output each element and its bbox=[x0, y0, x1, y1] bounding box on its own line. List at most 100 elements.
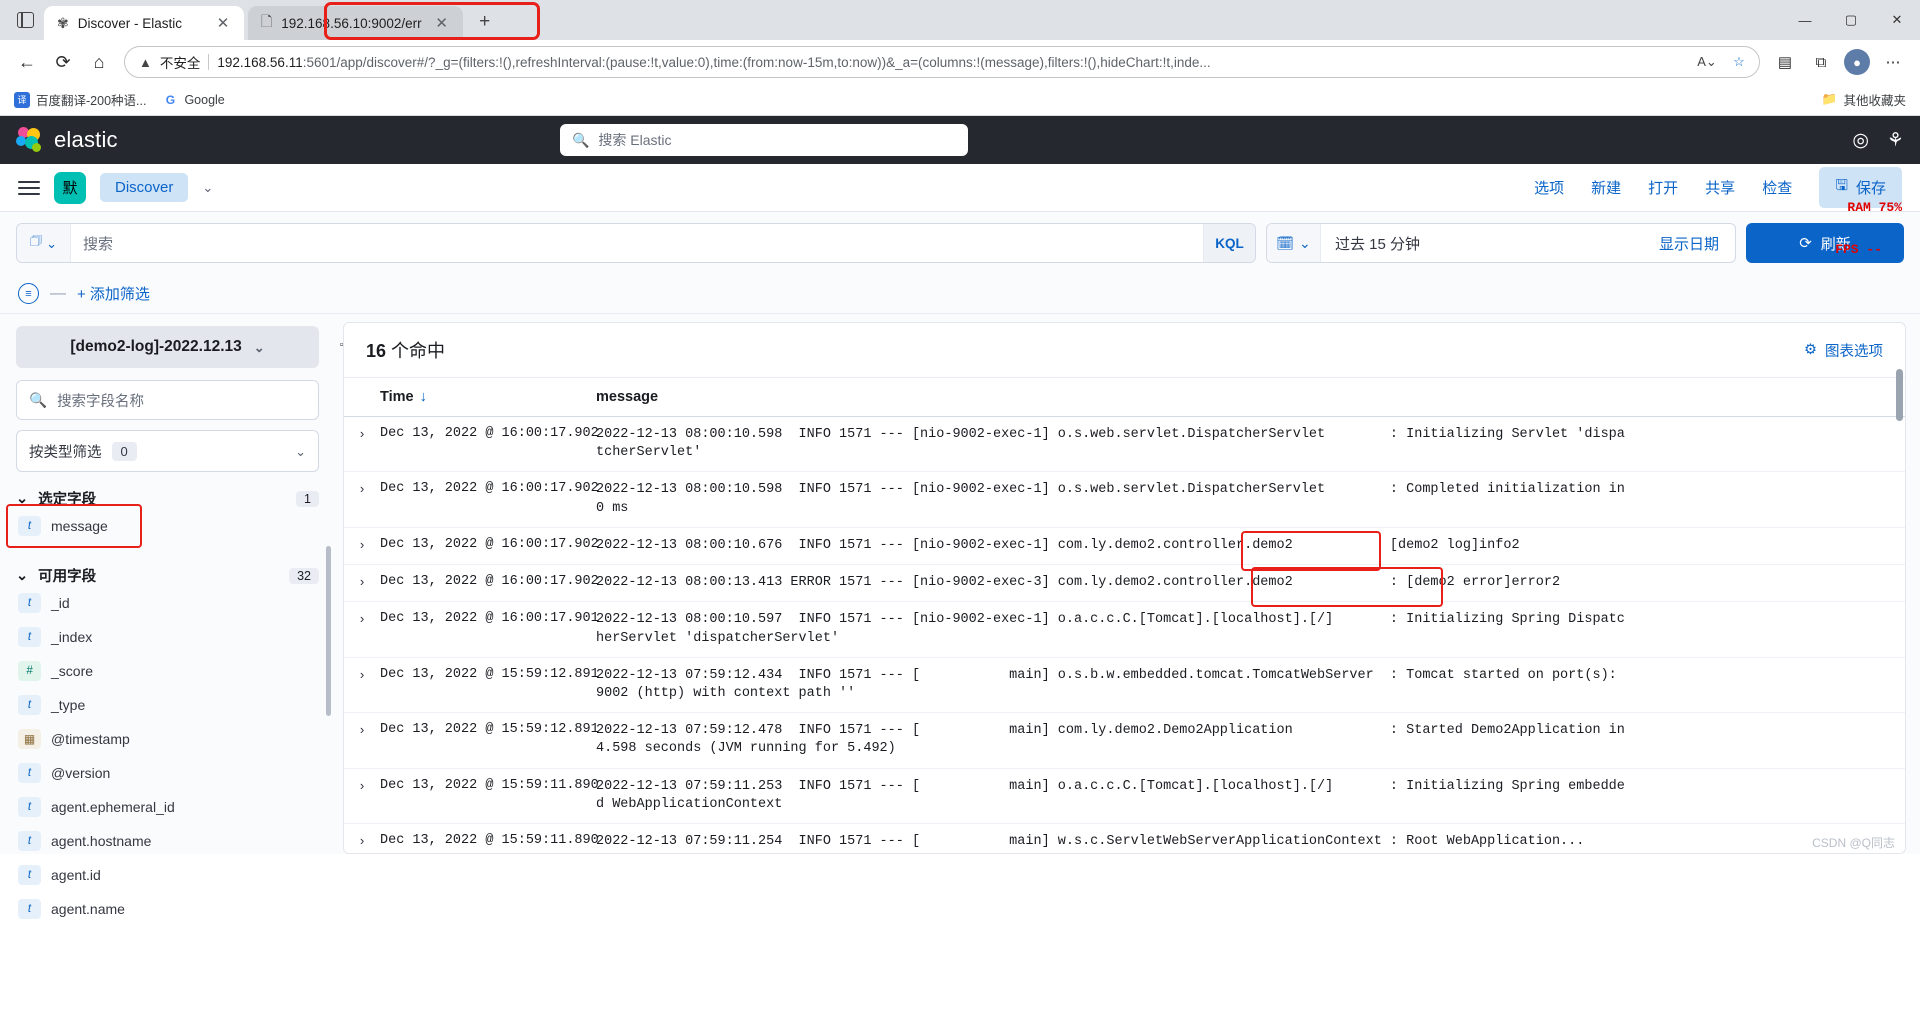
nav-link-open[interactable]: 打开 bbox=[1648, 177, 1678, 198]
chart-options-button[interactable]: ⚙ 图表选项 bbox=[1804, 340, 1883, 361]
field-item--version[interactable]: t @version bbox=[16, 756, 319, 790]
window-minimize-button[interactable]: — bbox=[1782, 0, 1828, 40]
field-name: agent.name bbox=[51, 901, 125, 917]
window-close-button[interactable]: ✕ bbox=[1874, 0, 1920, 40]
tab-close-button[interactable]: ✕ bbox=[212, 12, 234, 34]
query-input-group[interactable]: 🗇 搜索 KQL bbox=[16, 223, 1256, 263]
discover-body: [demo2-log]-2022.12.13 ▫▫▫ ⇐ 🔍 搜索字段名称 按类… bbox=[0, 314, 1920, 919]
query-bar: 🗇 搜索 KQL 🗓 过去 15 分钟 显示日期 ⟳ 刷新 bbox=[0, 212, 1920, 274]
expand-row-button[interactable]: › bbox=[344, 426, 380, 442]
browser-tab-1[interactable]: ✾ Discover - Elastic ✕ bbox=[44, 6, 244, 40]
field-item-agent-id[interactable]: t agent.id bbox=[16, 858, 319, 892]
field-item--score[interactable]: # _score bbox=[16, 654, 319, 688]
results-scrollbar[interactable] bbox=[1896, 369, 1903, 421]
expand-row-button[interactable]: › bbox=[344, 667, 380, 683]
date-picker[interactable]: 🗓 过去 15 分钟 显示日期 bbox=[1266, 223, 1736, 263]
reload-button[interactable]: ⟳ bbox=[46, 45, 80, 79]
field-item-agent-ephemeral-id[interactable]: t agent.ephemeral_id bbox=[16, 790, 319, 824]
new-tab-button[interactable]: + bbox=[470, 7, 500, 37]
hits-label: 个命中 bbox=[391, 341, 446, 361]
expand-row-button[interactable]: › bbox=[344, 722, 380, 738]
tab-search-button[interactable] bbox=[6, 0, 44, 40]
expand-row-button[interactable]: › bbox=[344, 481, 380, 497]
time-column-header[interactable]: Time ↓ bbox=[380, 389, 596, 405]
search-icon: 🔍 bbox=[571, 131, 590, 148]
bookmark-item[interactable]: 译 百度翻译-200种语... bbox=[14, 90, 146, 109]
field-item-agent-hostname[interactable]: t agent.hostname bbox=[16, 824, 319, 858]
collections-icon[interactable]: ⧉ bbox=[1804, 45, 1838, 79]
nav-link-share[interactable]: 共享 bbox=[1705, 177, 1735, 198]
show-dates-button[interactable]: 显示日期 bbox=[1643, 224, 1735, 262]
table-row[interactable]: › Dec 13, 2022 @ 15:59:11.890 2022-12-13 0… bbox=[344, 769, 1905, 825]
expand-row-button[interactable]: › bbox=[344, 611, 380, 627]
query-language-button[interactable]: KQL bbox=[1203, 224, 1255, 262]
available-fields-group-header[interactable]: 可用字段 32 bbox=[16, 565, 319, 586]
time-range-label[interactable]: 过去 15 分钟 bbox=[1321, 224, 1643, 262]
field-type-icon: t bbox=[18, 593, 41, 613]
sidebar-scrollbar[interactable] bbox=[326, 546, 331, 716]
query-input[interactable]: 搜索 bbox=[71, 224, 1203, 262]
expand-row-button[interactable]: › bbox=[344, 778, 380, 794]
tab-title: 192.168.56.10:9002/err bbox=[281, 15, 422, 31]
table-row[interactable]: › Dec 13, 2022 @ 16:00:17.902 2022-12-13 0… bbox=[344, 472, 1905, 528]
favorite-star-icon[interactable]: ☆ bbox=[1727, 50, 1751, 74]
table-row[interactable]: › Dec 13, 2022 @ 15:59:12.891 2022-12-13 0… bbox=[344, 658, 1905, 714]
window-maximize-button[interactable]: ▢ bbox=[1828, 0, 1874, 40]
expand-row-button[interactable]: › bbox=[344, 574, 380, 590]
hamburger-icon[interactable] bbox=[18, 180, 40, 195]
browser-settings-icon[interactable]: ⋯ bbox=[1876, 45, 1910, 79]
browser-tab-2[interactable]: 🗋 192.168.56.10:9002/err ✕ bbox=[248, 6, 463, 40]
elastic-logo[interactable]: elastic bbox=[16, 126, 118, 154]
elastic-logo-icon bbox=[16, 126, 43, 154]
table-row[interactable]: › Dec 13, 2022 @ 15:59:12.891 2022-12-13 0… bbox=[344, 713, 1905, 769]
row-message: 2022-12-13 07:59:11.254 INFO 1571 --- [ … bbox=[596, 834, 1585, 850]
address-bar[interactable]: ▲ 不安全 192.168.56.11:5601/app/discover#/?… bbox=[124, 46, 1760, 78]
field-type-string-icon: t bbox=[18, 516, 41, 536]
table-row[interactable]: › Dec 13, 2022 @ 16:00:17.902 2022-12-13 0… bbox=[344, 528, 1905, 571]
home-button[interactable]: ⌂ bbox=[82, 45, 116, 79]
field-search-input[interactable]: 🔍 搜索字段名称 bbox=[16, 380, 319, 420]
other-bookmarks-button[interactable]: 📁 其他收藏夹 bbox=[1822, 90, 1906, 109]
tab-close-button[interactable]: ✕ bbox=[431, 12, 453, 34]
field-item--index[interactable]: t _index bbox=[16, 620, 319, 654]
field-item-agent-name[interactable]: t agent.name bbox=[16, 892, 319, 926]
table-row[interactable]: › Dec 13, 2022 @ 16:00:17.901 2022-12-13 0… bbox=[344, 602, 1905, 658]
index-pattern-selector[interactable]: [demo2-log]-2022.12.13 bbox=[16, 326, 319, 368]
nav-link-options[interactable]: 选项 bbox=[1534, 177, 1564, 198]
read-aloud-icon[interactable]: A⌄ bbox=[1695, 50, 1719, 74]
table-row[interactable]: › Dec 13, 2022 @ 16:00:17.902 2022-12-13 0… bbox=[344, 417, 1905, 473]
field-search-placeholder: 搜索字段名称 bbox=[57, 393, 145, 410]
dataset-selector-button[interactable]: 🗇 bbox=[17, 224, 71, 262]
row-message: 2022-12-13 08:00:10.598 INFO 1571 --- [n… bbox=[596, 482, 1625, 516]
chart-options-label: 图表选项 bbox=[1825, 343, 1883, 360]
field-item-message[interactable]: t message bbox=[16, 509, 319, 543]
alerts-icon[interactable]: ⚘ bbox=[1887, 129, 1904, 152]
message-column-header[interactable]: message bbox=[596, 389, 1905, 405]
bookmark-item[interactable]: G Google bbox=[162, 91, 225, 108]
expand-row-button[interactable]: › bbox=[344, 833, 380, 849]
field-type-icon: t bbox=[18, 627, 41, 647]
profile-button[interactable]: ● bbox=[1840, 45, 1874, 79]
field-item--id[interactable]: t _id bbox=[16, 586, 319, 620]
global-search-input[interactable]: 🔍 搜索 Elastic bbox=[559, 124, 968, 156]
calendar-button[interactable]: 🗓 bbox=[1267, 224, 1321, 262]
table-row[interactable]: › Dec 13, 2022 @ 16:00:17.902 2022-12-13 0… bbox=[344, 565, 1905, 608]
filter-by-type-button[interactable]: 按类型筛选 0 bbox=[16, 430, 319, 472]
breadcrumb[interactable]: Discover bbox=[100, 173, 189, 202]
chevron-down-icon[interactable] bbox=[202, 180, 213, 195]
favorites-icon[interactable]: ▤ bbox=[1768, 45, 1802, 79]
help-icon[interactable]: ◎ bbox=[1852, 129, 1869, 152]
space-badge[interactable]: 默 bbox=[54, 171, 86, 204]
selected-fields-group-header[interactable]: 选定字段 1 bbox=[16, 488, 319, 509]
url-path: :5601/app/discover#/?_g=(filters:!(),ref… bbox=[302, 54, 1211, 70]
results-rows: › Dec 13, 2022 @ 16:00:17.902 2022-12-13 0… bbox=[344, 417, 1905, 853]
table-row[interactable]: › Dec 13, 2022 @ 15:59:11.890 2022-12-13 0… bbox=[344, 824, 1905, 853]
filter-icon[interactable]: ≡ bbox=[18, 283, 39, 304]
back-button[interactable]: ← bbox=[10, 45, 44, 79]
nav-link-new[interactable]: 新建 bbox=[1591, 177, 1621, 198]
nav-link-inspect[interactable]: 检查 bbox=[1762, 177, 1792, 198]
field-item--timestamp[interactable]: ▦ @timestamp bbox=[16, 722, 319, 756]
field-item--type[interactable]: t _type bbox=[16, 688, 319, 722]
add-filter-button[interactable]: + 添加筛选 bbox=[77, 283, 150, 304]
expand-row-button[interactable]: › bbox=[344, 537, 380, 553]
